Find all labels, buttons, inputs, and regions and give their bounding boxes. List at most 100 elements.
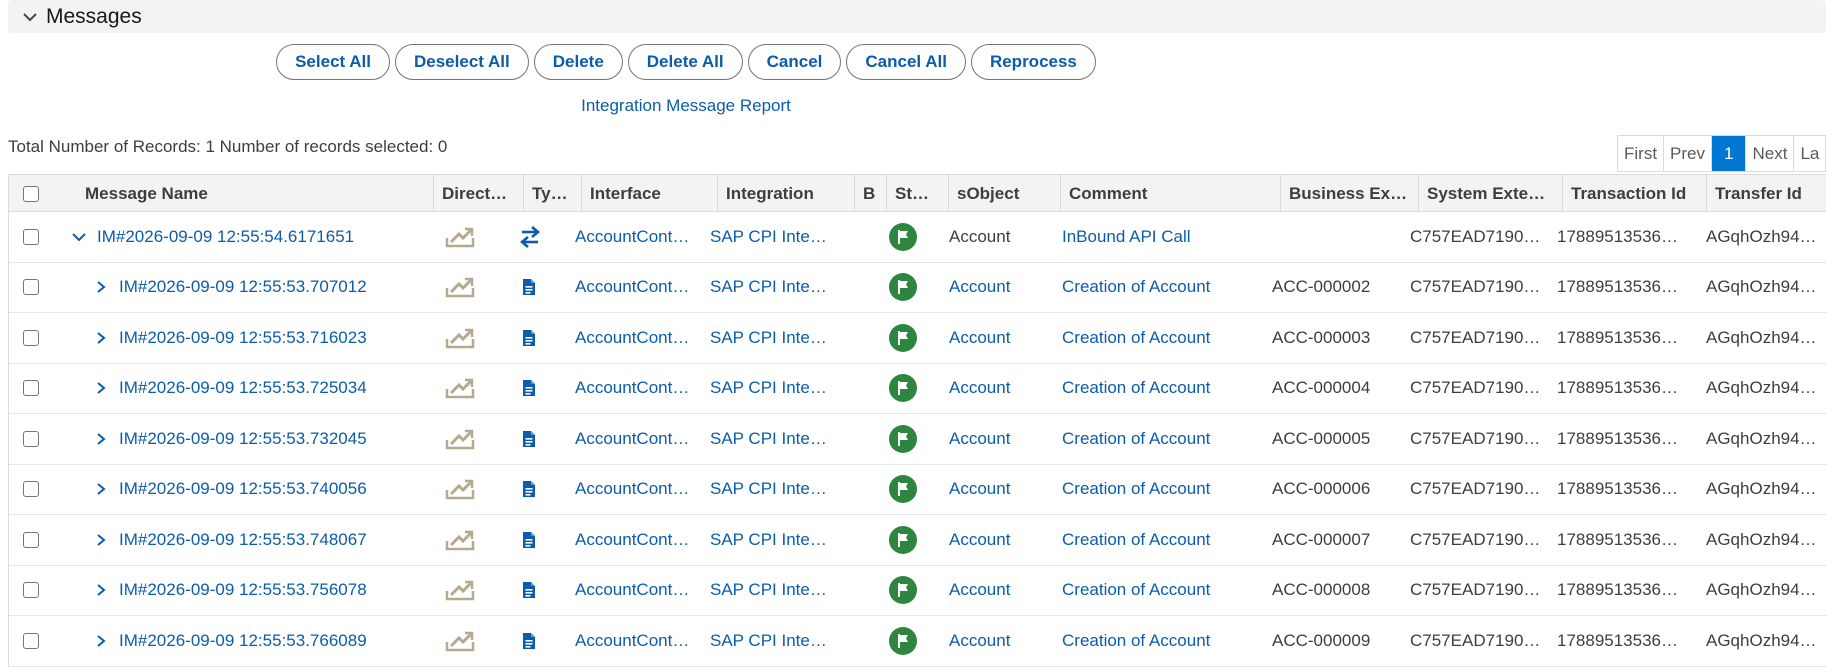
col-interface[interactable]: Interface <box>581 175 717 212</box>
chevron-down-icon[interactable] <box>20 7 40 27</box>
interface-link[interactable]: AccountCont… <box>575 479 711 499</box>
interface-link[interactable]: AccountCont… <box>575 530 711 550</box>
pager-last[interactable]: La <box>1794 136 1826 171</box>
comment-link[interactable]: Creation of Account <box>1062 429 1277 449</box>
row-checkbox-cell[interactable] <box>23 616 53 666</box>
sobject-value[interactable]: Account <box>949 378 1059 398</box>
integration-link[interactable]: SAP CPI Inte… <box>710 277 840 297</box>
integration-link[interactable]: SAP CPI Inte… <box>710 580 840 600</box>
row-checkbox[interactable] <box>23 632 39 649</box>
integration-link[interactable]: SAP CPI Inte… <box>710 378 840 398</box>
message-name-link[interactable]: IM#2026-09-09 12:55:53.756078 <box>119 580 429 600</box>
comment-link[interactable]: Creation of Account <box>1062 378 1277 398</box>
message-name-link[interactable]: IM#2026-09-09 12:55:54.6171651 <box>97 227 429 247</box>
row-checkbox-cell[interactable] <box>23 414 53 464</box>
pager-next[interactable]: Next <box>1746 136 1795 171</box>
delete-button[interactable]: Delete <box>533 44 623 80</box>
integration-link[interactable]: SAP CPI Inte… <box>710 227 840 247</box>
row-checkbox-cell[interactable] <box>23 465 53 515</box>
comment-link[interactable]: InBound API Call <box>1062 227 1277 247</box>
integration-link[interactable]: SAP CPI Inte… <box>710 479 840 499</box>
sobject-value[interactable]: Account <box>949 530 1059 550</box>
chevron-right-icon[interactable] <box>95 465 115 515</box>
sobject-value[interactable]: Account <box>949 631 1059 651</box>
deselect-all-button[interactable]: Deselect All <box>395 44 529 80</box>
pager-current-page[interactable]: 1 <box>1712 136 1747 171</box>
delete-all-button[interactable]: Delete All <box>627 44 743 80</box>
row-checkbox-cell[interactable] <box>23 566 53 616</box>
chevron-right-icon[interactable] <box>95 515 115 565</box>
row-checkbox[interactable] <box>23 481 39 498</box>
message-name-link[interactable]: IM#2026-09-09 12:55:53.725034 <box>119 378 429 398</box>
message-name-link[interactable]: IM#2026-09-09 12:55:53.716023 <box>119 328 429 348</box>
comment-link[interactable]: Creation of Account <box>1062 530 1277 550</box>
chevron-right-icon[interactable] <box>95 616 115 666</box>
reprocess-button[interactable]: Reprocess <box>970 44 1096 80</box>
sobject-value[interactable]: Account <box>949 429 1059 449</box>
row-checkbox[interactable] <box>23 329 39 346</box>
interface-link[interactable]: AccountCont… <box>575 378 711 398</box>
comment-link[interactable]: Creation of Account <box>1062 277 1277 297</box>
row-checkbox[interactable] <box>23 228 39 245</box>
select-all-checkbox[interactable] <box>23 185 39 202</box>
chevron-right-icon[interactable] <box>95 263 115 313</box>
col-status[interactable]: St… <box>886 175 948 212</box>
row-checkbox-cell[interactable] <box>23 263 53 313</box>
pager-prev[interactable]: Prev <box>1664 136 1713 171</box>
col-business-ext[interactable]: Business Ex… <box>1280 175 1418 212</box>
col-message-name[interactable]: Message Name <box>67 175 433 212</box>
chevron-right-icon[interactable] <box>95 414 115 464</box>
interface-link[interactable]: AccountCont… <box>575 429 711 449</box>
message-name-link[interactable]: IM#2026-09-09 12:55:53.707012 <box>119 277 429 297</box>
pager-first[interactable]: First <box>1618 136 1665 171</box>
sobject-value[interactable]: Account <box>949 479 1059 499</box>
row-checkbox-cell[interactable] <box>23 212 53 262</box>
integration-link[interactable]: SAP CPI Inte… <box>710 429 840 449</box>
message-name-link[interactable]: IM#2026-09-09 12:55:53.732045 <box>119 429 429 449</box>
col-comment[interactable]: Comment <box>1060 175 1280 212</box>
interface-link[interactable]: AccountCont… <box>575 631 711 651</box>
row-checkbox[interactable] <box>23 582 39 599</box>
header-select-all[interactable] <box>9 175 67 212</box>
col-integration[interactable]: Integration <box>717 175 854 212</box>
messages-section-header[interactable]: Messages <box>8 0 1826 33</box>
integration-link[interactable]: SAP CPI Inte… <box>710 328 840 348</box>
row-checkbox[interactable] <box>23 279 39 296</box>
comment-link[interactable]: Creation of Account <box>1062 580 1277 600</box>
row-checkbox[interactable] <box>23 430 39 447</box>
chevron-right-icon[interactable] <box>95 364 115 414</box>
col-b[interactable]: B <box>854 175 886 212</box>
row-checkbox-cell[interactable] <box>23 364 53 414</box>
col-transfer-id[interactable]: Transfer Id <box>1706 175 1826 212</box>
col-type[interactable]: Ty… <box>523 175 581 212</box>
cancel-all-button[interactable]: Cancel All <box>846 44 966 80</box>
interface-link[interactable]: AccountCont… <box>575 580 711 600</box>
message-name-link[interactable]: IM#2026-09-09 12:55:53.740056 <box>119 479 429 499</box>
col-sobject[interactable]: sObject <box>948 175 1060 212</box>
col-transaction-id[interactable]: Transaction Id <box>1562 175 1706 212</box>
interface-link[interactable]: AccountCont… <box>575 227 711 247</box>
chevron-right-icon[interactable] <box>95 566 115 616</box>
chevron-right-icon[interactable] <box>95 313 115 363</box>
row-checkbox-cell[interactable] <box>23 515 53 565</box>
sobject-value[interactable]: Account <box>949 580 1059 600</box>
integration-link[interactable]: SAP CPI Inte… <box>710 631 840 651</box>
select-all-button[interactable]: Select All <box>276 44 390 80</box>
integration-link[interactable]: SAP CPI Inte… <box>710 530 840 550</box>
cancel-button[interactable]: Cancel <box>747 44 842 80</box>
comment-link[interactable]: Creation of Account <box>1062 328 1277 348</box>
sobject-value[interactable]: Account <box>949 328 1059 348</box>
col-system-ext[interactable]: System Exte… <box>1418 175 1562 212</box>
integration-message-report-link[interactable]: Integration Message Report <box>581 96 791 115</box>
chevron-down-icon[interactable] <box>71 212 91 262</box>
col-direction[interactable]: Direct… <box>433 175 523 212</box>
interface-link[interactable]: AccountCont… <box>575 277 711 297</box>
sobject-value[interactable]: Account <box>949 277 1059 297</box>
comment-link[interactable]: Creation of Account <box>1062 631 1277 651</box>
row-checkbox-cell[interactable] <box>23 313 53 363</box>
message-name-link[interactable]: IM#2026-09-09 12:55:53.766089 <box>119 631 429 651</box>
interface-link[interactable]: AccountCont… <box>575 328 711 348</box>
row-checkbox[interactable] <box>23 380 39 397</box>
message-name-link[interactable]: IM#2026-09-09 12:55:53.748067 <box>119 530 429 550</box>
row-checkbox[interactable] <box>23 531 39 548</box>
